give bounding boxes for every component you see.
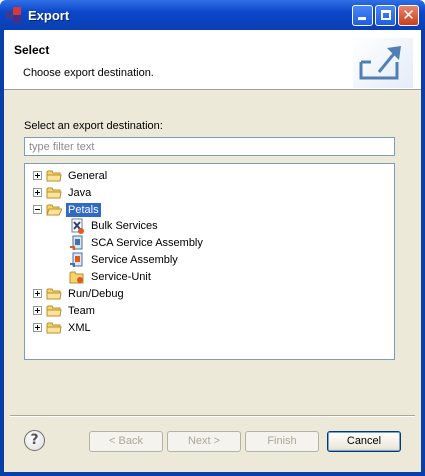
folder-icon xyxy=(46,170,62,182)
sca-service-assembly-icon xyxy=(70,235,83,250)
folder-icon xyxy=(46,322,62,334)
tree-item-general[interactable]: General xyxy=(33,167,109,184)
close-icon: ✕ xyxy=(402,7,415,24)
bulk-services-icon xyxy=(71,218,84,234)
expand-icon[interactable] xyxy=(33,306,42,315)
expand-icon[interactable] xyxy=(33,171,42,180)
tree-item-label: Team xyxy=(68,304,95,317)
destination-prompt-label: Select an export destination: xyxy=(24,120,163,132)
expand-icon[interactable] xyxy=(33,188,42,197)
tree-item-label: General xyxy=(68,169,108,182)
maximize-icon xyxy=(381,10,391,20)
tree-item-label: Service-Unit xyxy=(91,270,151,283)
expand-icon[interactable] xyxy=(33,323,42,332)
tree-item-petals[interactable]: Petals xyxy=(33,201,101,218)
export-destination-tree[interactable]: General Java Petals Bulk Services SCA Se… xyxy=(24,163,395,360)
tree-item-label: Bulk Services xyxy=(91,219,158,232)
minimize-button[interactable] xyxy=(352,5,373,26)
tree-item-service-unit[interactable]: Service-Unit xyxy=(69,268,153,285)
maximize-button[interactable] xyxy=(375,5,396,26)
service-assembly-icon xyxy=(70,252,83,267)
tree-item-xml[interactable]: XML xyxy=(33,319,93,336)
tree-item-label: Service Assembly xyxy=(91,253,178,266)
help-button[interactable]: ? xyxy=(24,430,45,451)
export-wizard-icon xyxy=(353,38,413,88)
expand-icon[interactable] xyxy=(33,289,42,298)
wizard-banner: Select Choose export destination. xyxy=(4,30,421,90)
export-dialog-window: Export ✕ Select Choose export destinatio… xyxy=(0,0,425,476)
open-folder-icon xyxy=(46,204,62,216)
tree-item-sca-service-assembly[interactable]: SCA Service Assembly xyxy=(69,234,205,251)
folder-icon xyxy=(46,288,62,300)
tree-item-label: Run/Debug xyxy=(68,287,124,300)
finish-button[interactable]: Finish xyxy=(245,431,319,452)
back-button[interactable]: < Back xyxy=(89,431,163,452)
tree-item-label: Java xyxy=(68,186,92,199)
service-unit-icon xyxy=(69,271,84,283)
minimize-icon xyxy=(358,17,366,20)
page-description: Choose export destination. xyxy=(23,67,154,79)
button-bar-separator xyxy=(10,415,415,417)
filter-input[interactable] xyxy=(24,137,395,156)
folder-icon xyxy=(46,187,62,199)
tree-item-label: Petals xyxy=(66,202,101,217)
tree-item-service-assembly[interactable]: Service Assembly xyxy=(69,251,180,268)
tree-item-java[interactable]: Java xyxy=(33,184,93,201)
title-bar[interactable]: Export ✕ xyxy=(0,0,425,30)
close-button[interactable]: ✕ xyxy=(398,5,419,26)
cancel-button[interactable]: Cancel xyxy=(327,431,401,452)
next-button[interactable]: Next > xyxy=(167,431,241,452)
tree-item-label: SCA Service Assembly xyxy=(91,236,203,249)
tree-item-run-debug[interactable]: Run/Debug xyxy=(33,285,126,302)
folder-icon xyxy=(46,305,62,317)
window-title: Export xyxy=(28,7,70,23)
tree-item-bulk-services[interactable]: Bulk Services xyxy=(69,217,160,234)
collapse-icon[interactable] xyxy=(33,205,42,214)
dialog-client-area: Select Choose export destination. Select… xyxy=(4,30,421,472)
tree-item-label: XML xyxy=(68,321,91,334)
tree-item-team[interactable]: Team xyxy=(33,302,97,319)
page-title: Select xyxy=(14,43,50,57)
eclipse-app-icon xyxy=(6,7,22,23)
